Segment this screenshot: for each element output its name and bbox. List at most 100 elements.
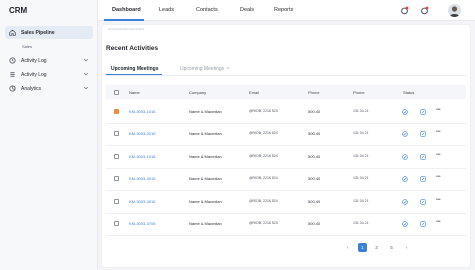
clock-icon — [9, 57, 16, 64]
row-checkbox[interactable] — [114, 131, 119, 136]
row-phone: 500.40 — [308, 109, 321, 114]
breadcrumb: Home/Dashboard/Activities — [108, 27, 145, 31]
row-divider — [106, 123, 466, 124]
subtab-upcoming-meetings-dropdown[interactable]: Upcoming Meetings — [180, 66, 230, 72]
row-divider — [106, 145, 466, 146]
tab-leads[interactable]: Leads — [159, 7, 174, 13]
row-name-link[interactable]: KM-3003-0215 — [129, 131, 155, 136]
top-navigation: Dashboard Leads Contacts Deals Reports — [98, 0, 475, 21]
row-email: @RIOB, 2216 524 — [249, 199, 278, 203]
active-tab-indicator — [104, 19, 144, 21]
subtab-label: Upcoming Meetings — [180, 66, 225, 72]
recent-activities-card: Home/Dashboard/Activities Recent Activit… — [102, 25, 470, 267]
status-check-icon[interactable] — [402, 176, 408, 182]
more-options-icon[interactable]: ••• — [436, 152, 441, 158]
chevron-down-icon — [226, 67, 229, 69]
row-email: @RIOB, 2216 524 — [249, 131, 278, 135]
row-name-link[interactable]: KM-3003-3705 — [129, 221, 155, 226]
edit-icon[interactable] — [420, 176, 426, 182]
column-header-phone-2[interactable]: Phone — [353, 90, 365, 95]
sidebar: CRM Sales Pipeline Sales Activity Log Ac… — [0, 0, 98, 270]
tab-deals[interactable]: Deals — [240, 7, 254, 13]
alert-icon[interactable] — [420, 6, 429, 15]
edit-icon[interactable] — [420, 154, 426, 160]
tab-reports[interactable]: Reports — [274, 7, 293, 13]
sidebar-item-activity-log[interactable]: Activity Log — [5, 54, 93, 67]
user-avatar[interactable] — [448, 4, 461, 17]
row-divider — [106, 168, 466, 169]
row-checkbox[interactable] — [114, 176, 119, 181]
row-phone-2: 131 04 21 — [353, 221, 369, 225]
row-name-link[interactable]: KM-3003-4015 — [129, 199, 155, 204]
row-company: Name & Macmilan — [189, 221, 222, 226]
row-name-link[interactable]: KM-3003-4015 — [129, 176, 155, 181]
subtab-divider — [106, 75, 466, 76]
pagination-next-button[interactable]: › — [402, 243, 411, 252]
row-company: Name & Macmilan — [189, 131, 222, 136]
row-company: Name & Macmilan — [189, 154, 222, 159]
edit-icon[interactable] — [420, 109, 426, 115]
sidebar-item-label: Sales Pipeline — [21, 29, 55, 36]
status-check-icon[interactable] — [402, 221, 408, 227]
sidebar-item-activity-log-2[interactable]: Activity Log — [5, 68, 93, 81]
column-header-company[interactable]: Company — [189, 90, 206, 95]
status-check-icon[interactable] — [402, 154, 408, 160]
list-icon — [9, 71, 16, 78]
row-phone-2: 131 04 21 — [353, 131, 369, 135]
sidebar-item-analytics[interactable]: Analytics — [5, 82, 93, 95]
row-phone-2: 131 04 21 — [353, 199, 369, 203]
column-header-email[interactable]: Email — [249, 90, 259, 95]
row-phone-2: 131 04 21 — [353, 154, 369, 158]
row-phone: 500.40 — [308, 154, 321, 159]
more-options-icon[interactable]: ••• — [436, 197, 441, 203]
row-checkbox[interactable] — [114, 221, 119, 226]
more-options-icon[interactable]: ••• — [436, 129, 441, 135]
row-company: Name & Macmilan — [189, 109, 222, 114]
chevron-down-icon — [83, 72, 89, 76]
row-divider — [106, 213, 466, 214]
row-email: @RIOB, 2216 524 — [249, 154, 278, 158]
row-checkbox[interactable] — [114, 154, 119, 159]
select-all-checkbox[interactable] — [114, 90, 119, 95]
column-header-name[interactable]: Name — [129, 90, 140, 95]
row-phone-2: 131 04 21 — [353, 109, 369, 113]
row-email: @RIOB, 2216 524 — [249, 176, 278, 180]
row-checkbox[interactable] — [114, 199, 119, 204]
pagination-page-3[interactable]: 3 — [372, 243, 381, 252]
row-email: @RIOB, 2216 524 — [249, 109, 278, 113]
row-name-link[interactable]: KM-3003-1016 — [129, 109, 155, 114]
row-divider — [106, 190, 466, 191]
pagination-prev-button[interactable]: ‹ — [343, 243, 352, 252]
tab-contacts[interactable]: Contacts — [196, 7, 218, 13]
edit-icon[interactable] — [420, 199, 426, 205]
more-options-icon[interactable]: ••• — [436, 219, 441, 225]
status-check-icon[interactable] — [402, 109, 408, 115]
notification-icon[interactable] — [400, 6, 409, 15]
more-options-icon[interactable]: ••• — [436, 107, 441, 113]
sidebar-item-label: Analytics — [21, 85, 42, 92]
status-check-icon[interactable] — [402, 131, 408, 137]
subtab-upcoming-meetings[interactable]: Upcoming Meetings — [111, 66, 159, 72]
column-header-phone[interactable]: Phone — [308, 90, 320, 95]
row-name-link[interactable]: KM-3003-1016 — [129, 154, 155, 159]
page-title: Recent Activities — [106, 45, 159, 52]
sidebar-item-label: Activity Log — [21, 57, 47, 64]
row-phone: 500.40 — [308, 131, 321, 136]
column-header-status[interactable]: Status — [403, 90, 414, 95]
row-divider — [106, 235, 466, 236]
edit-icon[interactable] — [420, 131, 426, 137]
pagination-page-1[interactable]: 1 — [358, 243, 367, 252]
more-options-icon[interactable]: ••• — [436, 174, 441, 180]
row-phone-2: 131 04 21 — [353, 176, 369, 180]
row-phone: 500.40 — [308, 176, 321, 181]
sidebar-subitem-sales[interactable]: Sales — [22, 44, 32, 49]
edit-icon[interactable] — [420, 221, 426, 227]
status-check-icon[interactable] — [402, 199, 408, 205]
row-phone: 500.40 — [308, 221, 321, 226]
row-checkbox[interactable] — [114, 109, 119, 114]
row-company: Name & Macmilan — [189, 199, 222, 204]
sidebar-item-sales-pipeline[interactable]: Sales Pipeline — [5, 26, 93, 39]
pagination-page-5[interactable]: 5 — [387, 243, 396, 252]
chevron-down-icon — [83, 86, 89, 90]
tab-dashboard[interactable]: Dashboard — [112, 7, 141, 13]
